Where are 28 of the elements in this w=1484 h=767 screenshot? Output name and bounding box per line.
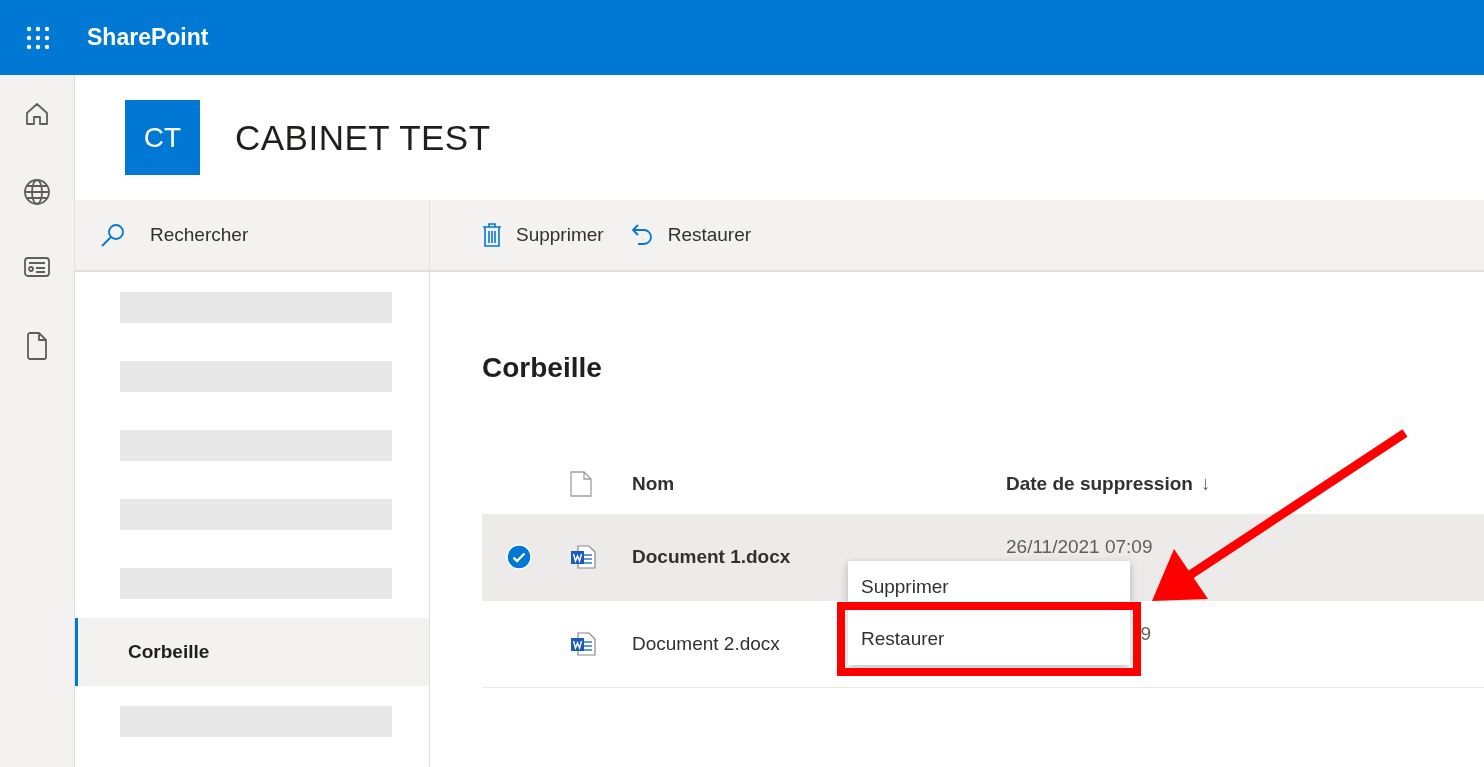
column-header[interactable]: Nom bbox=[632, 473, 675, 494]
app-name[interactable]: SharePoint bbox=[87, 24, 209, 51]
site-title: CABINET TEST bbox=[235, 117, 491, 158]
search-field[interactable]: Rechercher bbox=[148, 223, 352, 247]
file-name[interactable]: Document 2.docx bbox=[632, 633, 780, 654]
document-icon[interactable] bbox=[26, 332, 48, 360]
news-icon[interactable] bbox=[23, 255, 51, 279]
restore-button[interactable]: Restaurer bbox=[627, 219, 754, 251]
undo-icon bbox=[629, 223, 654, 247]
word-document-icon bbox=[570, 544, 596, 570]
nav-link[interactable]: Corbeille bbox=[75, 618, 429, 686]
column-header[interactable]: Date de suppression ↓ bbox=[1006, 473, 1211, 494]
menu-item[interactable]: Supprimer bbox=[861, 576, 949, 598]
checkmark-circle-icon[interactable] bbox=[506, 544, 532, 570]
delete-button[interactable]: Supprimer bbox=[480, 218, 606, 252]
site-logo[interactable]: CT bbox=[125, 100, 200, 175]
file-name[interactable]: Document 1.docx bbox=[632, 546, 791, 567]
trash-icon bbox=[482, 222, 502, 248]
search-icon bbox=[100, 222, 126, 248]
page-title: Corbeille bbox=[482, 352, 603, 384]
deletion-date: 26/11/2021 07:09 bbox=[1006, 536, 1153, 557]
word-document-icon bbox=[570, 631, 596, 657]
app-launcher-icon[interactable] bbox=[25, 25, 50, 50]
home-icon[interactable] bbox=[24, 101, 50, 127]
menu-item[interactable]: Restaurer bbox=[861, 628, 945, 650]
globe-icon[interactable] bbox=[23, 178, 51, 206]
deletion-date: 9 bbox=[1140, 623, 1151, 644]
file-type-icon bbox=[570, 471, 592, 497]
